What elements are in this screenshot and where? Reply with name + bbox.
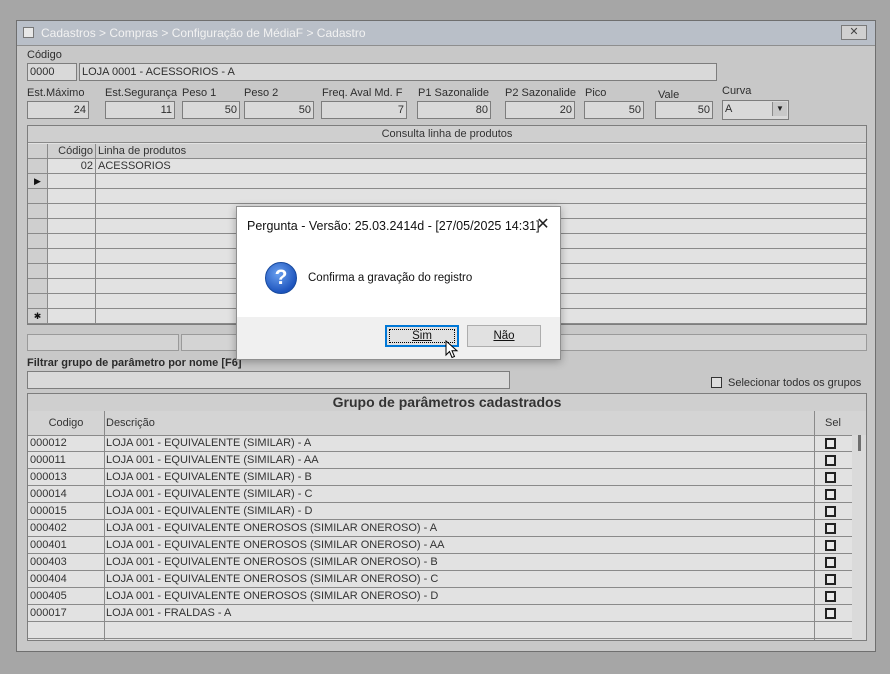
row-select-checkbox[interactable] <box>825 523 836 534</box>
pico-label: Pico <box>585 87 607 99</box>
row-select-checkbox[interactable] <box>825 591 836 602</box>
product-lines-caption: Consulta linha de produtos <box>28 126 866 143</box>
window-title: Cadastros > Compras > Configuração de Mé… <box>41 26 366 40</box>
p1-sazonalide-field[interactable]: 80 <box>417 101 491 119</box>
p1-sazonalide-label: P1 Sazonalide <box>418 87 489 99</box>
no-button[interactable]: Não <box>467 325 541 347</box>
vale-label: Vale <box>658 89 680 101</box>
row-select-checkbox[interactable] <box>825 608 836 619</box>
table-row[interactable]: 000017 LOJA 001 - FRALDAS - A <box>28 605 852 622</box>
current-row-arrow-icon: ▶ <box>28 174 48 188</box>
col-descricao-header[interactable]: Descrição <box>106 417 155 429</box>
est-maximo-label: Est.Máximo <box>27 87 85 99</box>
app-icon <box>23 27 34 38</box>
pico-field[interactable]: 50 <box>584 101 644 119</box>
codigo-label: Código <box>27 49 62 61</box>
peso1-field[interactable]: 50 <box>182 101 240 119</box>
no-button-label: Não <box>493 330 515 342</box>
table-row[interactable]: 000405 LOJA 001 - EQUIVALENTE ONEROSOS (S… <box>28 588 852 605</box>
select-all-label: Selecionar todos os grupos <box>728 377 862 389</box>
est-maximo-field[interactable]: 24 <box>27 101 89 119</box>
table-row[interactable]: 02 ACESSORIOS <box>28 159 866 174</box>
lower-tab-left[interactable] <box>27 334 179 351</box>
row-select-checkbox[interactable] <box>825 540 836 551</box>
product-lines-header: Código Linha de produtos <box>28 144 866 159</box>
window-close-button[interactable]: ✕ <box>841 25 867 40</box>
row-select-checkbox[interactable] <box>825 472 836 483</box>
row-codigo: 02 <box>48 159 96 173</box>
peso1-label: Peso 1 <box>182 87 217 99</box>
row-select-checkbox[interactable] <box>825 506 836 517</box>
est-seguranca-label: Est.Segurança <box>105 87 178 99</box>
peso2-label: Peso 2 <box>244 87 279 99</box>
row-linha: ACESSORIOS <box>98 160 171 172</box>
p2-sazonalide-field[interactable]: 20 <box>505 101 575 119</box>
mouse-cursor-icon <box>445 340 459 359</box>
table-row[interactable]: 000015 LOJA 001 - EQUIVALENTE (SIMILAR) -… <box>28 503 852 520</box>
table-row[interactable]: 000014 LOJA 001 - EQUIVALENTE (SIMILAR) -… <box>28 486 852 503</box>
filter-input[interactable] <box>27 371 510 389</box>
dialog-close-button[interactable]: ✕ <box>532 215 554 237</box>
table-row[interactable]: 000011 LOJA 001 - EQUIVALENTE (SIMILAR) -… <box>28 452 852 469</box>
dialog-footer: Sim Não <box>237 317 560 359</box>
table-row-empty[interactable] <box>28 189 866 204</box>
select-all-checkbox[interactable] <box>711 377 722 388</box>
parameter-groups-header: Codigo Descrição Sel <box>28 411 866 436</box>
title-bar: Cadastros > Compras > Configuração de Mé… <box>17 21 875 46</box>
table-row[interactable]: 000403 LOJA 001 - EQUIVALENTE ONEROSOS (S… <box>28 554 852 571</box>
codigo-field[interactable]: 0000 <box>27 63 77 81</box>
col-linha-header[interactable]: Linha de produtos <box>98 144 186 158</box>
table-row-empty[interactable] <box>28 622 852 639</box>
scrollbar-thumb[interactable] <box>858 435 861 451</box>
confirm-dialog: Pergunta - Versão: 25.03.2414d - [27/05/… <box>236 206 561 360</box>
row-select-checkbox[interactable] <box>825 557 836 568</box>
curva-label: Curva <box>722 85 752 97</box>
chevron-down-icon[interactable]: ▼ <box>772 102 787 116</box>
parameter-groups-caption: Grupo de parâmetros cadastrados <box>28 394 866 412</box>
col-sel-header[interactable]: Sel <box>825 417 841 429</box>
p2-sazonalide-label: P2 Sazonalide <box>505 87 576 99</box>
filter-label: Filtrar grupo de parâmetro por nome [F6] <box>27 357 242 369</box>
vertical-scrollbar[interactable] <box>852 435 866 640</box>
descricao-field[interactable]: LOJA 0001 - ACESSORIOS - A <box>79 63 717 81</box>
dialog-message: Confirma a gravação do registro <box>308 272 473 284</box>
est-seguranca-field[interactable]: 11 <box>105 101 175 119</box>
table-row[interactable]: 000401 LOJA 001 - EQUIVALENTE ONEROSOS (S… <box>28 537 852 554</box>
vale-field[interactable]: 50 <box>655 101 713 119</box>
parameter-groups-grid: Grupo de parâmetros cadastrados Codigo D… <box>27 393 867 641</box>
table-row-empty[interactable]: ▶ <box>28 174 866 189</box>
new-row-asterisk-icon: ✱ <box>28 309 48 323</box>
dialog-title: Pergunta - Versão: 25.03.2414d - [27/05/… <box>247 219 540 233</box>
table-row[interactable]: 000402 LOJA 001 - EQUIVALENTE ONEROSOS (S… <box>28 520 852 537</box>
question-icon: ? <box>265 262 297 294</box>
table-row[interactable]: 000404 LOJA 001 - EQUIVALENTE ONEROSOS (S… <box>28 571 852 588</box>
row-select-checkbox[interactable] <box>825 489 836 500</box>
peso2-field[interactable]: 50 <box>244 101 314 119</box>
freq-aval-field[interactable]: 7 <box>321 101 407 119</box>
col-codigo-header[interactable]: Codigo <box>28 417 104 429</box>
curva-select[interactable]: A ▼ <box>722 100 789 120</box>
curva-value: A <box>725 103 733 115</box>
freq-aval-label: Freq. Aval Md. F <box>322 87 403 99</box>
table-row[interactable]: 000012 LOJA 001 - EQUIVALENTE (SIMILAR) -… <box>28 435 852 452</box>
row-select-checkbox[interactable] <box>825 438 836 449</box>
row-select-checkbox[interactable] <box>825 455 836 466</box>
col-codigo-header[interactable]: Código <box>48 144 96 158</box>
table-row[interactable]: 000013 LOJA 001 - EQUIVALENTE (SIMILAR) -… <box>28 469 852 486</box>
row-select-checkbox[interactable] <box>825 574 836 585</box>
